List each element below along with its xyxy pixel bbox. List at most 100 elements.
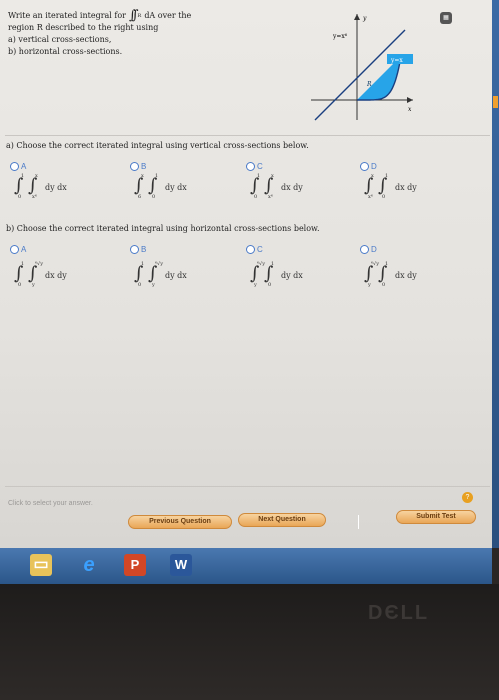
upper-limit: x (141, 173, 144, 179)
differentials: dy dx (45, 182, 67, 192)
radio-button[interactable] (10, 245, 19, 254)
integral-sign: ∫ x x⁶ (28, 173, 42, 200)
calculator-icon[interactable]: ▦ (440, 12, 452, 24)
option-letter: C (257, 245, 263, 254)
question-text: Write an iterated integral for ∫∫ R dA o… (8, 8, 243, 58)
part-a-option-b-integral[interactable]: ∫ x 6 ∫ 1 0 dy dx (134, 173, 187, 200)
upper-limit: 1 (155, 173, 159, 179)
upper-limit: 1 (257, 173, 261, 179)
integral-sign: ∫ ⁶√y y (28, 261, 44, 288)
differentials: dy dx (281, 270, 303, 280)
differentials: dx dy (395, 270, 417, 280)
lower-limit: 0 (382, 194, 386, 200)
integral-sign: ∫ x 6 (134, 173, 148, 200)
part-a-option-a-integral[interactable]: ∫ 1 0 ∫ x x⁶ dy dx (14, 173, 67, 200)
part-b-option-b-radio[interactable]: B (130, 245, 146, 254)
upper-limit: 1 (21, 261, 25, 267)
upper-limit: ⁶√y (155, 261, 164, 267)
lower-limit: y (32, 282, 35, 288)
radio-button[interactable] (246, 245, 255, 254)
part-a-option-d-integral[interactable]: ∫ x x⁶ ∫ 1 0 dx dy (364, 173, 417, 200)
lower-limit: x⁶ (368, 194, 373, 200)
upper-limit: x (371, 173, 374, 179)
integral-sign: ∫ 1 0 (378, 261, 392, 288)
radio-button[interactable] (246, 162, 255, 171)
part-a-option-d-radio[interactable]: D (360, 162, 377, 171)
edge-marker (493, 96, 498, 108)
differentials: dy dx (165, 182, 187, 192)
question-line3: a) vertical cross-sections, (8, 35, 112, 44)
radio-button[interactable] (130, 245, 139, 254)
part-b-option-a-radio[interactable]: A (10, 245, 26, 254)
brand-logo: DЄLL (368, 602, 430, 624)
part-b-option-a-integral[interactable]: ∫ 1 0 ∫ ⁶√y y dx dy (14, 261, 67, 288)
next-question-button[interactable]: Next Question (238, 513, 326, 527)
option-letter: D (371, 162, 377, 171)
part-b-option-b-integral[interactable]: ∫ 1 0 ∫ ⁶√y y dy dx (134, 261, 187, 288)
option-letter: B (141, 245, 147, 254)
double-integral-symbol: ∫∫ (129, 8, 138, 23)
part-a-option-c-radio[interactable]: C (246, 162, 263, 171)
question-line2: region R described to the right using (8, 23, 159, 32)
part-a-option-a-radio[interactable]: A (10, 162, 26, 171)
question-suffix: dA over the (144, 11, 192, 20)
integral-region-subscript: R (137, 13, 142, 19)
upper-limit: x (271, 173, 274, 179)
lower-limit: y (254, 282, 257, 288)
integral-sign: ∫ 1 0 (378, 173, 392, 200)
help-button[interactable]: ? (462, 492, 473, 503)
radio-button[interactable] (360, 162, 369, 171)
integral-sign: ∫ 1 0 (148, 173, 162, 200)
lower-limit: 6 (138, 194, 142, 200)
differentials: dx dy (281, 182, 303, 192)
browser-content: Write an iterated integral for ∫∫ R dA o… (0, 0, 492, 548)
integral-sign: ∫ 1 0 (134, 261, 148, 288)
radio-button[interactable] (10, 162, 19, 171)
radio-button[interactable] (130, 162, 139, 171)
window-edge (492, 0, 499, 548)
lower-limit: 0 (268, 282, 272, 288)
part-a-option-b-radio[interactable]: B (130, 162, 146, 171)
part-b-option-c-integral[interactable]: ∫ ⁶√y y ∫ 1 0 dy dx (250, 261, 303, 288)
part-b-option-d-integral[interactable]: ∫ ⁶√y y ∫ 1 0 dx dy (364, 261, 417, 288)
question-prefix: Write an iterated integral for (8, 11, 126, 20)
submit-test-button[interactable]: Submit Test (396, 510, 476, 524)
upper-limit: 1 (271, 261, 275, 267)
question-line1: Write an iterated integral for ∫∫ R dA o… (8, 8, 243, 23)
part-b-option-d-radio[interactable]: D (360, 245, 377, 254)
button-separator (358, 515, 359, 529)
integral-sign: ∫ ⁶√y y (250, 261, 265, 288)
lower-limit: 0 (138, 282, 142, 288)
option-letter: D (371, 245, 377, 254)
folder-icon[interactable]: ▭ (30, 554, 52, 576)
lower-limit: y (152, 282, 155, 288)
lower-limit: 0 (18, 194, 22, 200)
integral-sign: ∫ 1 0 (14, 261, 28, 288)
lower-limit: y (368, 282, 371, 288)
previous-question-button[interactable]: Previous Question (128, 515, 232, 529)
radio-button[interactable] (360, 245, 369, 254)
curve1-label: y=x⁶ (332, 33, 348, 40)
integral-sign: ∫ ⁶√y y (364, 261, 379, 288)
question-line4: b) horizontal cross-sections. (8, 47, 123, 56)
region-graph: y x y=x⁶ y=x R (311, 14, 413, 121)
x-axis-arrow (407, 97, 413, 103)
part-a-option-c-integral[interactable]: ∫ 1 0 ∫ x x⁶ dx dy (250, 173, 303, 200)
upper-limit: x (35, 173, 38, 179)
curve2-label: y=x (390, 57, 403, 64)
integral-sign: ∫ 1 0 (264, 261, 278, 288)
lower-limit: 0 (18, 282, 22, 288)
powerpoint-icon[interactable]: P (124, 554, 146, 576)
part-b-option-c-radio[interactable]: C (246, 245, 263, 254)
upper-limit: ⁶√y (35, 261, 44, 267)
integral-sign: ∫ 1 0 (14, 173, 28, 200)
integral-sign: ∫ x x⁶ (264, 173, 278, 200)
lower-limit: 0 (254, 194, 258, 200)
internet-explorer-icon[interactable]: e (78, 554, 100, 576)
lower-limit: 0 (152, 194, 156, 200)
part-b-title: b) Choose the correct iterated integral … (6, 224, 320, 233)
upper-limit: 1 (141, 261, 145, 267)
region-label: R (366, 81, 372, 88)
upper-limit: 1 (385, 261, 389, 267)
word-icon[interactable]: W (170, 554, 192, 576)
